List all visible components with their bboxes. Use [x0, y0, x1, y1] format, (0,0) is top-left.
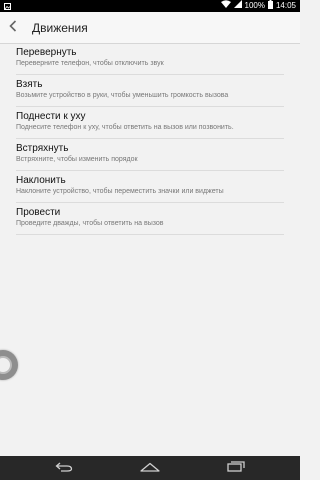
nav-back-button[interactable]: [51, 458, 77, 478]
list-item-tilt[interactable]: Наклонить Наклоните устройство, чтобы пе…: [16, 171, 284, 203]
nav-home-button[interactable]: [137, 458, 163, 478]
recent-apps-icon: [227, 459, 245, 477]
list-item-title: Перевернуть: [16, 47, 77, 58]
image-icon: [4, 2, 11, 10]
list-item-subtitle: Поднесите телефон к уху, чтобы ответить …: [16, 124, 234, 131]
navigation-bar: [0, 456, 300, 480]
list-item-shake[interactable]: Встряхнуть Встряхните, чтобы изменить по…: [16, 139, 284, 171]
chevron-left-icon: [9, 19, 17, 37]
home-icon: [140, 459, 160, 477]
list-item-raise-to-ear[interactable]: Поднести к уху Поднесите телефон к уху, …: [16, 107, 284, 139]
list-item-title: Поднести к уху: [16, 111, 86, 122]
list-item-swipe[interactable]: Провести Проведите дважды, чтобы ответит…: [16, 203, 284, 235]
back-button[interactable]: [2, 12, 24, 43]
action-bar: Движения: [0, 12, 300, 44]
signal-icon: [233, 0, 242, 12]
wifi-icon: [220, 0, 231, 12]
list-item-title: Провести: [16, 207, 61, 218]
floating-dock-inner-circle: [0, 356, 12, 374]
gesture-list: Перевернуть Переверните телефон, чтобы о…: [16, 43, 284, 235]
back-icon: [55, 459, 73, 477]
battery-icon: [267, 0, 273, 13]
list-item-subtitle: Возьмите устройство в руки, чтобы уменьш…: [16, 92, 229, 99]
list-item-subtitle: Переверните телефон, чтобы отключить зву…: [16, 60, 164, 67]
list-item-title: Наклонить: [16, 175, 66, 186]
page-title: Движения: [32, 20, 88, 35]
status-bar: 100% 14:05: [0, 0, 300, 12]
floating-dock-button[interactable]: [0, 350, 18, 380]
nav-recent-apps-button[interactable]: [223, 458, 249, 478]
battery-percent: 100%: [244, 1, 265, 10]
list-item-subtitle: Проведите дважды, чтобы ответить на вызо…: [16, 220, 164, 227]
list-item-pick-up[interactable]: Взять Возьмите устройство в руки, чтобы …: [16, 75, 284, 107]
list-item-title: Встряхнуть: [16, 143, 69, 154]
list-item-subtitle: Встряхните, чтобы изменить порядок: [16, 156, 138, 163]
list-item-title: Взять: [16, 79, 43, 90]
list-item-subtitle: Наклоните устройство, чтобы переместить …: [16, 188, 224, 195]
list-item-flip[interactable]: Перевернуть Переверните телефон, чтобы о…: [16, 43, 284, 75]
clock: 14:05: [275, 1, 296, 10]
